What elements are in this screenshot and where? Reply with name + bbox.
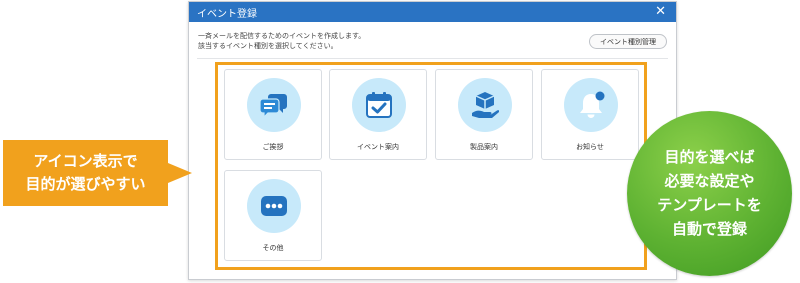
close-icon[interactable]: ✕ xyxy=(655,4,666,19)
product-box-hand-icon xyxy=(472,92,499,118)
chat-bubbles-icon xyxy=(260,94,287,119)
callout-arrow xyxy=(168,163,192,183)
event-type-label: 製品案内 xyxy=(470,143,498,151)
divider xyxy=(197,58,668,59)
callout-text: アイコン表示で 目的が選びやすい xyxy=(3,150,168,196)
dialog-description-line2: 該当するイベント種別を選択してください。 xyxy=(198,42,338,50)
event-type-card-greeting[interactable]: ご挨拶 xyxy=(224,69,322,160)
event-type-card-event[interactable]: イベント案内 xyxy=(329,69,427,160)
icon-circle xyxy=(247,179,301,233)
icon-circle xyxy=(458,78,512,132)
icon-circle xyxy=(564,78,618,132)
event-type-card-product[interactable]: 製品案内 xyxy=(435,69,533,160)
event-type-card-notice[interactable]: お知らせ xyxy=(541,69,639,160)
dialog-title: イベント登録 xyxy=(197,9,257,20)
calendar-check-icon xyxy=(366,92,392,118)
bubble-text: 目的を選べば 必要な設定や テンプレートを 自動で登録 xyxy=(627,145,792,241)
event-type-label: その他 xyxy=(262,244,284,252)
event-type-label: お知らせ xyxy=(576,143,604,151)
icon-circle xyxy=(247,78,301,132)
icon-circle xyxy=(352,78,406,132)
event-type-label: イベント案内 xyxy=(357,143,399,151)
event-type-card-other[interactable]: その他 xyxy=(224,170,322,261)
bubble-line4: 自動で登録 xyxy=(671,220,747,238)
dialog-description-line1: 一斉メールを配信するためのイベントを作成します。 xyxy=(198,32,366,40)
callout-line1: アイコン表示で xyxy=(33,152,138,170)
bubble-line1: 目的を選べば xyxy=(664,148,755,166)
bubble-line3: テンプレートを xyxy=(657,196,762,214)
bubble-line2: 必要な設定や xyxy=(664,172,755,190)
bell-notification-icon xyxy=(580,91,605,118)
event-type-label: ご挨拶 xyxy=(262,143,284,151)
dialog-titlebar: イベント登録 ✕ xyxy=(189,2,676,22)
event-type-management-button[interactable]: イベント種別管理 xyxy=(589,34,667,49)
callout-line2: 目的が選びやすい xyxy=(25,175,146,193)
more-dots-icon xyxy=(261,196,287,216)
